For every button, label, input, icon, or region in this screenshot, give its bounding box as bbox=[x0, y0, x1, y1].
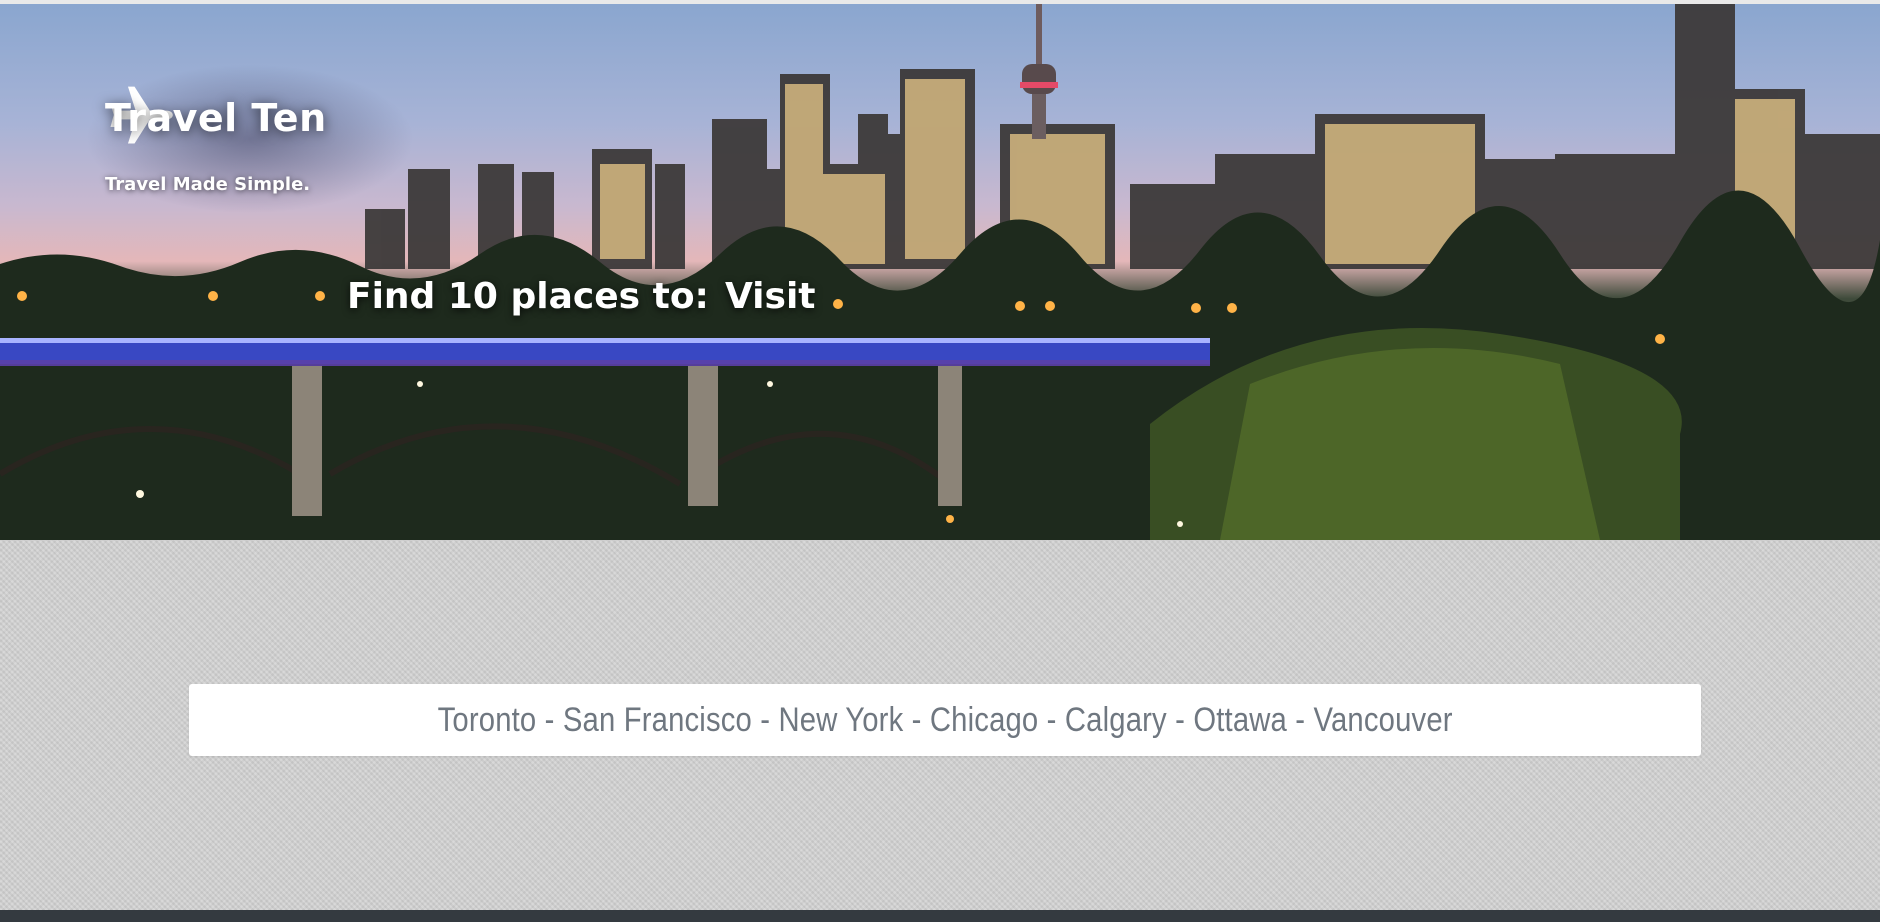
brand-tagline: Travel Made Simple. bbox=[105, 174, 311, 195]
footer-bar bbox=[0, 910, 1880, 922]
find-prefix: Find 10 places to: bbox=[347, 276, 709, 317]
content-section: Toronto - San Francisco - New York - Chi… bbox=[0, 540, 1880, 910]
find-action-word: Visit bbox=[724, 276, 816, 317]
cities-card: Toronto - San Francisco - New York - Chi… bbox=[189, 684, 1701, 756]
cities-list: Toronto - San Francisco - New York - Chi… bbox=[437, 700, 1453, 739]
find-headline: Find 10 places to: Visit bbox=[347, 276, 816, 317]
brand-title[interactable]: Travel Ten bbox=[105, 96, 327, 140]
hero-banner: Travel Ten Travel Made Simple. Find 10 p… bbox=[0, 4, 1880, 540]
